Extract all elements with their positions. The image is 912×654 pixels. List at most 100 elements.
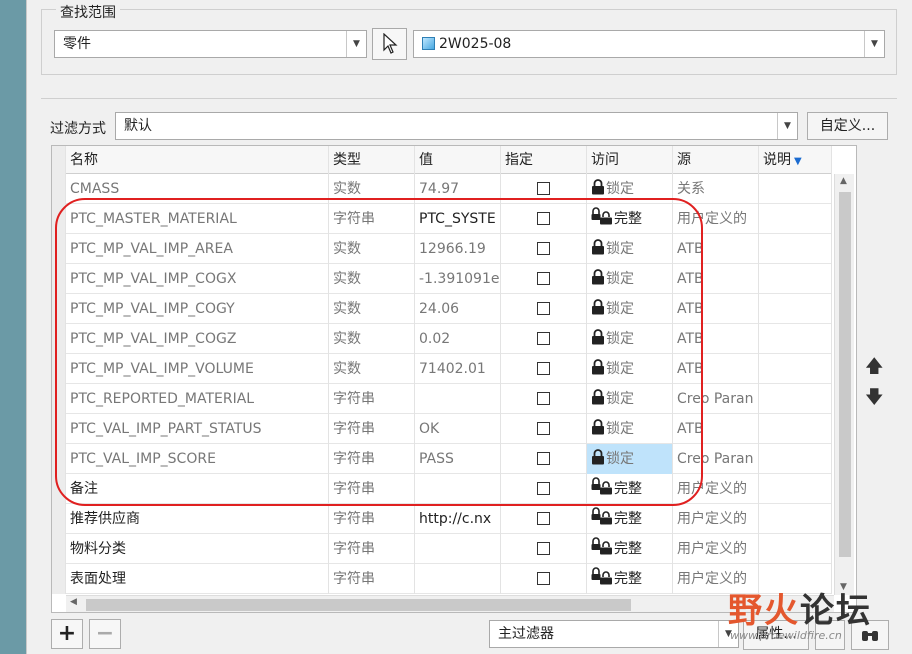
row-handle[interactable]	[52, 354, 66, 384]
param-name[interactable]: 推荐供应商	[66, 504, 329, 534]
param-name[interactable]: 物料分类	[66, 534, 329, 564]
param-access[interactable]: 完整	[587, 534, 673, 564]
param-description[interactable]	[759, 294, 832, 324]
param-type[interactable]: 实数	[329, 174, 415, 204]
param-name[interactable]: PTC_MP_VAL_IMP_VOLUME	[66, 354, 329, 384]
param-type[interactable]: 字符串	[329, 384, 415, 414]
designate-checkbox[interactable]	[537, 272, 550, 285]
param-name[interactable]: PTC_MP_VAL_IMP_COGX	[66, 264, 329, 294]
row-handle[interactable]	[52, 534, 66, 564]
param-access[interactable]: 完整	[587, 504, 673, 534]
param-description[interactable]	[759, 264, 832, 294]
param-value[interactable]: 71402.01	[415, 354, 501, 384]
row-handle[interactable]	[52, 384, 66, 414]
table-row[interactable]: PTC_VAL_IMP_PART_STATUS 字符串 OK 锁定 ATB	[52, 414, 832, 444]
param-type[interactable]: 实数	[329, 354, 415, 384]
row-handle[interactable]	[52, 174, 66, 204]
param-source[interactable]: Creo Paran	[673, 444, 759, 474]
param-access[interactable]: 锁定	[587, 234, 673, 264]
horizontal-scrollbar[interactable]: ◀	[66, 595, 834, 612]
param-access[interactable]: 完整	[587, 204, 673, 234]
param-name[interactable]: 备注	[66, 474, 329, 504]
param-designate[interactable]	[501, 204, 587, 234]
row-handle[interactable]	[52, 474, 66, 504]
designate-checkbox[interactable]	[537, 392, 550, 405]
designate-checkbox[interactable]	[537, 182, 550, 195]
param-type[interactable]: 实数	[329, 234, 415, 264]
param-source[interactable]: 用户定义的	[673, 474, 759, 504]
param-access[interactable]: 锁定	[587, 444, 673, 474]
param-source[interactable]: 关系	[673, 174, 759, 204]
param-type[interactable]: 字符串	[329, 534, 415, 564]
param-description[interactable]	[759, 204, 832, 234]
col-source-header[interactable]: 源	[673, 146, 759, 174]
table-row[interactable]: PTC_REPORTED_MATERIAL 字符串 锁定 Creo Paran	[52, 384, 832, 414]
row-handle[interactable]	[52, 414, 66, 444]
param-access[interactable]: 锁定	[587, 384, 673, 414]
param-name[interactable]: 表面处理	[66, 564, 329, 594]
param-designate[interactable]	[501, 234, 587, 264]
col-access-header[interactable]: 访问	[587, 146, 673, 174]
param-type[interactable]: 实数	[329, 264, 415, 294]
param-type[interactable]: 字符串	[329, 474, 415, 504]
designate-checkbox[interactable]	[537, 542, 550, 555]
select-item-button[interactable]	[372, 28, 407, 60]
param-designate[interactable]	[501, 504, 587, 534]
param-source[interactable]: ATB	[673, 414, 759, 444]
row-handle[interactable]	[52, 324, 66, 354]
param-value[interactable]: http://c.nx	[415, 504, 501, 534]
designate-checkbox[interactable]	[537, 572, 550, 585]
row-handle[interactable]	[52, 504, 66, 534]
param-type[interactable]: 实数	[329, 324, 415, 354]
param-value[interactable]	[415, 564, 501, 594]
param-designate[interactable]	[501, 354, 587, 384]
param-designate[interactable]	[501, 444, 587, 474]
param-designate[interactable]	[501, 414, 587, 444]
param-source[interactable]: ATB	[673, 294, 759, 324]
table-row[interactable]: PTC_MASTER_MATERIAL 字符串 PTC_SYSTE 完整 用户定义的	[52, 204, 832, 234]
table-row[interactable]: 备注 字符串 完整 用户定义的	[52, 474, 832, 504]
param-value[interactable]: 12966.19	[415, 234, 501, 264]
designate-checkbox[interactable]	[537, 212, 550, 225]
main-filter-combo[interactable]: 主过滤器 ▼	[489, 620, 739, 648]
param-designate[interactable]	[501, 564, 587, 594]
param-type[interactable]: 字符串	[329, 504, 415, 534]
param-type[interactable]: 字符串	[329, 414, 415, 444]
filter-icon[interactable]: ▼	[794, 156, 802, 167]
scope-model-combo[interactable]: 2W025-08 ▼	[413, 30, 885, 58]
designate-checkbox[interactable]	[537, 332, 550, 345]
param-name[interactable]: PTC_MP_VAL_IMP_AREA	[66, 234, 329, 264]
param-access[interactable]: 锁定	[587, 174, 673, 204]
param-type[interactable]: 字符串	[329, 444, 415, 474]
scroll-up-icon[interactable]: ▲	[840, 176, 847, 186]
param-access[interactable]: 锁定	[587, 354, 673, 384]
row-handle[interactable]	[52, 444, 66, 474]
param-designate[interactable]	[501, 294, 587, 324]
move-up-icon[interactable]: 🡅	[865, 354, 884, 384]
table-row[interactable]: 表面处理 字符串 完整 用户定义的	[52, 564, 832, 594]
param-description[interactable]	[759, 414, 832, 444]
row-handle[interactable]	[52, 564, 66, 594]
param-type[interactable]: 字符串	[329, 204, 415, 234]
table-row[interactable]: 推荐供应商 字符串 http://c.nx 完整 用户定义的	[52, 504, 832, 534]
param-value[interactable]: PTC_SYSTE	[415, 204, 501, 234]
param-value[interactable]: -1.391091e	[415, 264, 501, 294]
param-source[interactable]: ATB	[673, 354, 759, 384]
param-description[interactable]	[759, 234, 832, 264]
param-type[interactable]: 实数	[329, 294, 415, 324]
param-access[interactable]: 完整	[587, 564, 673, 594]
param-description[interactable]	[759, 504, 832, 534]
param-name[interactable]: PTC_MP_VAL_IMP_COGZ	[66, 324, 329, 354]
param-description[interactable]	[759, 174, 832, 204]
param-name[interactable]: PTC_VAL_IMP_PART_STATUS	[66, 414, 329, 444]
table-row[interactable]: PTC_MP_VAL_IMP_COGY 实数 24.06 锁定 ATB	[52, 294, 832, 324]
param-designate[interactable]	[501, 264, 587, 294]
param-source[interactable]: 用户定义的	[673, 534, 759, 564]
param-description[interactable]	[759, 324, 832, 354]
param-access[interactable]: 锁定	[587, 414, 673, 444]
chevron-down-icon[interactable]: ▼	[346, 31, 366, 57]
param-name[interactable]: CMASS	[66, 174, 329, 204]
table-row[interactable]: PTC_VAL_IMP_SCORE 字符串 PASS 锁定 Creo Paran	[52, 444, 832, 474]
param-access[interactable]: 锁定	[587, 294, 673, 324]
scroll-left-icon[interactable]: ◀	[70, 597, 77, 607]
